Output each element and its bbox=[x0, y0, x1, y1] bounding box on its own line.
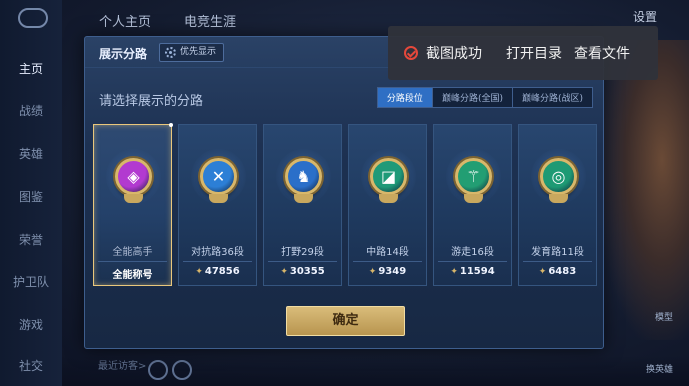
sidebar-item-games[interactable]: 游戏 bbox=[0, 316, 62, 333]
tab-profile[interactable]: 个人主页 bbox=[99, 11, 151, 30]
clash-lane-icon: ✕ bbox=[200, 158, 237, 195]
sidebar-item-guard[interactable]: 护卫队 bbox=[0, 273, 62, 290]
lane-name: 打野29段 bbox=[281, 247, 324, 258]
lane-card[interactable]: ◈ 全能高手全能称号 bbox=[93, 123, 173, 286]
tab-peak-national[interactable]: 巅峰分路(全国) bbox=[433, 88, 513, 107]
card-divider bbox=[438, 261, 507, 262]
emblem-base bbox=[379, 194, 398, 203]
lane-card[interactable]: ♞ 打野29段 ✦ 30355 bbox=[263, 124, 342, 286]
lane-name: 对抗路36段 bbox=[191, 247, 244, 258]
tab-peak-region[interactable]: 巅峰分路(战区) bbox=[513, 88, 592, 107]
lane-name: 游走16段 bbox=[451, 247, 494, 258]
farm-lane-icon: ◎ bbox=[540, 158, 577, 195]
tab-lane-rank[interactable]: 分路段位 bbox=[377, 88, 433, 107]
model-tag[interactable]: 模型 bbox=[655, 310, 673, 323]
screenshot-toast: 截图成功 打开目录 查看文件 bbox=[388, 26, 658, 80]
emblem-base bbox=[294, 194, 313, 203]
lane-card[interactable]: ◎ 发育路11段 ✦ 6483 bbox=[518, 124, 597, 286]
rank-score-icon: ✦ bbox=[195, 267, 203, 277]
sidebar-item-honor[interactable]: 荣誉 bbox=[0, 231, 62, 248]
back-icon[interactable] bbox=[18, 8, 48, 28]
lane-score-value: 30355 bbox=[289, 266, 325, 277]
display-lane-dialog: 展示分路 优先显示 请选择展示的分路 分路段位 巅峰分路(全国) 巅峰分路(战区… bbox=[84, 36, 605, 349]
selected-corner-icon bbox=[169, 123, 173, 127]
hero-figure bbox=[599, 40, 689, 340]
emblem-base bbox=[464, 194, 483, 203]
rank-score-icon: ✦ bbox=[280, 267, 288, 277]
dialog-title: 展示分路 bbox=[99, 47, 148, 61]
visitor-avatar-icon[interactable] bbox=[172, 360, 192, 380]
rank-score-icon: ✦ bbox=[368, 267, 377, 277]
roam-icon: ⚚ bbox=[455, 158, 492, 195]
emblem-base bbox=[549, 194, 568, 203]
lane-score-value: 11594 bbox=[459, 266, 495, 277]
lane-name: 全能高手 bbox=[112, 247, 153, 258]
lane-score-value: 9349 bbox=[378, 266, 407, 277]
select-lane-prompt: 请选择展示的分路 bbox=[99, 94, 204, 109]
rank-score-icon: ✦ bbox=[538, 267, 547, 277]
tab-esports[interactable]: 电竞生涯 bbox=[184, 11, 236, 30]
rank-score-icon: ✦ bbox=[450, 267, 458, 277]
recent-visitors-link[interactable]: 最近访客> bbox=[98, 357, 146, 372]
priority-display-button[interactable]: 优先显示 bbox=[159, 43, 225, 62]
sidebar: 主页 战绩 英雄 图鉴 荣誉 护卫队 游戏 社交 bbox=[0, 0, 62, 386]
confirm-button[interactable]: 确定 bbox=[286, 306, 405, 336]
sidebar-item-codex[interactable]: 图鉴 bbox=[0, 188, 62, 205]
emblem-base bbox=[209, 194, 228, 203]
sidebar-item-heroes[interactable]: 英雄 bbox=[0, 145, 62, 162]
lane-score: ✦ 11594 bbox=[434, 266, 511, 277]
emblem-base bbox=[124, 194, 143, 203]
priority-display-label: 优先显示 bbox=[180, 47, 217, 57]
sidebar-item-social[interactable]: 社交 bbox=[0, 357, 62, 374]
lane-score: ✦ 30355 bbox=[264, 266, 341, 277]
lane-name: 中路14段 bbox=[366, 247, 409, 258]
lane-name: 发育路11段 bbox=[531, 247, 584, 258]
lane-card[interactable]: ◪ 中路14段 ✦ 9349 bbox=[348, 124, 427, 286]
lane-score-value: 47856 bbox=[204, 266, 240, 277]
gear-icon bbox=[165, 47, 176, 58]
card-divider bbox=[268, 261, 337, 262]
lane-score: ✦ 9349 bbox=[349, 266, 426, 277]
card-divider bbox=[523, 261, 592, 262]
lane-score: ✦ 47856 bbox=[179, 266, 256, 277]
card-divider bbox=[183, 261, 252, 262]
lane-card-list: ◈ 全能高手 全能称号 ✕ 对抗路36段 ✦ 47856 ♞ 打野29段 ✦ 30355 ◪ 中路14段… bbox=[93, 123, 597, 286]
view-file-link[interactable]: 查看文件 bbox=[574, 43, 630, 63]
check-circle-icon bbox=[404, 46, 418, 60]
lane-score-value: 6483 bbox=[548, 266, 577, 277]
lane-card[interactable]: ⚚ 游走16段 ✦ 11594 bbox=[433, 124, 512, 286]
change-hero-tag[interactable]: 换英雄 bbox=[646, 362, 673, 375]
lane-filter-tabs: 分路段位 巅峰分路(全国) 巅峰分路(战区) bbox=[376, 87, 593, 108]
visitor-avatar-icon[interactable] bbox=[148, 360, 168, 380]
sidebar-item-home[interactable]: 主页 bbox=[0, 60, 62, 77]
mid-lane-icon: ◪ bbox=[370, 158, 407, 195]
sidebar-item-records[interactable]: 战绩 bbox=[0, 102, 62, 119]
all-round-icon: ◈ bbox=[115, 158, 152, 195]
lane-score: ✦ 6483 bbox=[519, 266, 596, 277]
lane-card[interactable]: ✕ 对抗路36段 ✦ 47856 bbox=[178, 124, 257, 286]
open-folder-link[interactable]: 打开目录 bbox=[506, 43, 562, 63]
card-divider bbox=[98, 261, 167, 262]
lane-score: 全能称号 bbox=[94, 266, 171, 281]
lane-score-value: 全能称号 bbox=[112, 270, 153, 281]
toast-message: 截图成功 bbox=[426, 46, 482, 62]
jungle-icon: ♞ bbox=[285, 158, 322, 195]
card-divider bbox=[353, 261, 422, 262]
settings-button[interactable]: 设置 bbox=[633, 8, 657, 25]
